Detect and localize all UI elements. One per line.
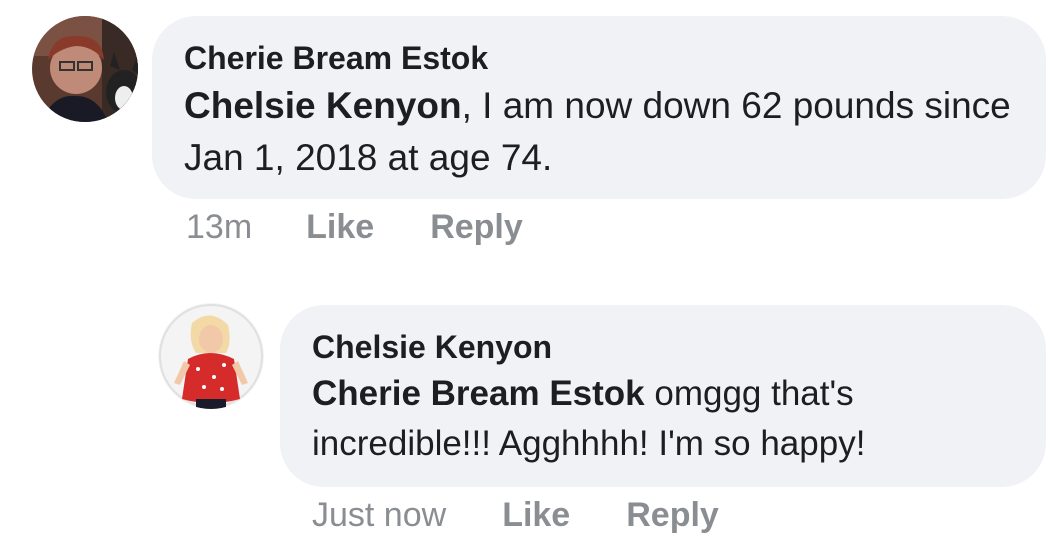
comment-author[interactable]: Chelsie Kenyon — [312, 325, 1022, 369]
comment-timestamp[interactable]: Just now — [312, 496, 446, 535]
comment-author[interactable]: Cherie Bream Estok — [184, 36, 1016, 80]
mention-link[interactable]: Cherie Bream Estok — [312, 374, 645, 413]
comment-actions: 13m Like Reply — [186, 208, 523, 247]
comment-thread: Cherie Bream Estok Chelsie Kenyon, I am … — [0, 0, 1057, 559]
reply-actions: Just now Like Reply — [312, 496, 719, 535]
reply-bubble: Chelsie Kenyon Cherie Bream Estok omggg … — [280, 305, 1046, 487]
comment-timestamp[interactable]: 13m — [186, 208, 252, 247]
comment-body: Chelsie Kenyon, I am now down 62 pounds … — [184, 80, 1014, 184]
like-button[interactable]: Like — [502, 496, 570, 535]
comment-body: Cherie Bream Estok omggg that's incredib… — [312, 369, 1012, 469]
reply-button[interactable]: Reply — [430, 208, 523, 247]
avatar[interactable] — [32, 16, 138, 122]
mention-link[interactable]: Chelsie Kenyon — [184, 85, 462, 126]
reply-button[interactable]: Reply — [626, 496, 719, 535]
avatar[interactable] — [158, 303, 264, 409]
like-button[interactable]: Like — [306, 208, 374, 247]
comment-bubble: Cherie Bream Estok Chelsie Kenyon, I am … — [152, 16, 1046, 199]
